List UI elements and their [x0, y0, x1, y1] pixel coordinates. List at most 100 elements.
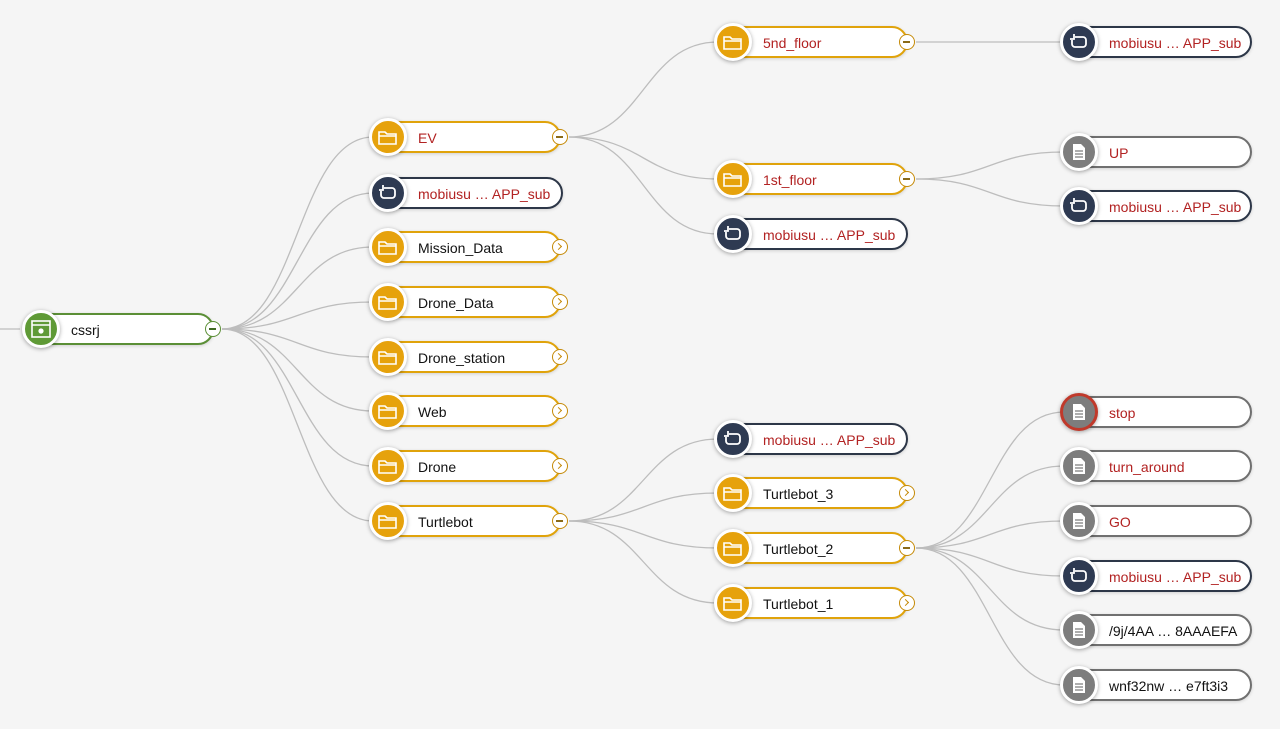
folder-icon	[714, 584, 752, 622]
expand-icon[interactable]	[552, 403, 568, 419]
node-label: turn_around	[1109, 459, 1185, 475]
collapse-icon[interactable]	[205, 321, 221, 337]
expand-icon[interactable]	[552, 458, 568, 474]
document-icon	[1060, 393, 1098, 431]
collapse-icon[interactable]	[899, 540, 915, 556]
node-web[interactable]: Web	[369, 392, 568, 430]
folder-icon	[369, 338, 407, 376]
node-drone-station[interactable]: Drone_station	[369, 338, 568, 376]
node-label: mobiusu … APP_sub	[1109, 569, 1242, 585]
subscription-icon	[714, 420, 752, 458]
tree-link	[221, 328, 374, 522]
subscription-icon	[1060, 23, 1098, 61]
node-1st-floor-1[interactable]: mobiusu … APP_sub	[1060, 187, 1252, 225]
node-label: mobiusu … APP_sub	[1109, 199, 1242, 215]
node-turtlebot2-5[interactable]: wnf32nw … e7ft3i3	[1060, 666, 1252, 704]
tree-link	[221, 246, 374, 330]
tree-link	[568, 520, 719, 549]
node-label: Turtlebot	[418, 514, 473, 530]
node-turtlebot-2[interactable]: Turtlebot_2	[714, 529, 915, 567]
expand-icon[interactable]	[899, 485, 915, 501]
tree-link	[915, 151, 1065, 180]
tree-link	[915, 547, 1065, 686]
node-turtlebot-0[interactable]: mobiusu … APP_sub	[714, 420, 908, 458]
tree-link	[221, 136, 374, 330]
node-ev-2[interactable]: mobiusu … APP_sub	[714, 215, 908, 253]
tree-link	[568, 492, 719, 522]
document-icon	[1060, 666, 1098, 704]
node-1st-floor-0[interactable]: UP	[1060, 133, 1252, 171]
expand-icon[interactable]	[552, 294, 568, 310]
node-label: 1st_floor	[763, 172, 817, 188]
node-label: EV	[418, 130, 437, 146]
node-ev[interactable]: EV	[369, 118, 568, 156]
node-5nd-floor-sub[interactable]: mobiusu … APP_sub	[1060, 23, 1252, 61]
node-label: UP	[1109, 145, 1129, 161]
node-label: mobiusu … APP_sub	[763, 227, 896, 243]
node-drone-data[interactable]: Drone_Data	[369, 283, 568, 321]
node-ev-1[interactable]: 1st_floor	[714, 160, 915, 198]
folder-icon	[714, 160, 752, 198]
node-label: wnf32nw … e7ft3i3	[1109, 678, 1229, 694]
subscription-icon	[714, 215, 752, 253]
tree-link	[221, 301, 374, 330]
node-label: mobiusu … APP_sub	[763, 432, 896, 448]
tree-link	[568, 136, 719, 180]
node-turtlebot2-4[interactable]: /9j/4AA … 8AAAEFA	[1060, 611, 1252, 649]
folder-icon	[369, 228, 407, 266]
node-label: GO	[1109, 514, 1131, 530]
node-label: cssrj	[71, 322, 100, 338]
tree-link	[915, 520, 1065, 549]
tree-link	[568, 136, 719, 235]
subscription-icon	[1060, 557, 1098, 595]
folder-icon	[369, 392, 407, 430]
tree-link	[568, 438, 719, 522]
node-turtlebot2-0[interactable]: stop	[1060, 393, 1252, 431]
subscription-icon	[1060, 187, 1098, 225]
tree-link	[568, 41, 719, 138]
tree-link	[221, 328, 374, 467]
node-turtlebot-3[interactable]: Turtlebot_1	[714, 584, 915, 622]
tree-link	[915, 465, 1065, 549]
folder-icon	[714, 529, 752, 567]
expand-icon[interactable]	[552, 349, 568, 365]
collapse-icon[interactable]	[552, 513, 568, 529]
folder-icon	[369, 118, 407, 156]
expand-icon[interactable]	[552, 239, 568, 255]
node-label: Turtlebot_2	[763, 541, 834, 557]
node-label: 5nd_floor	[763, 35, 822, 51]
node-label: mobiusu … APP_sub	[1109, 35, 1242, 51]
node-turtlebot-1[interactable]: Turtlebot_3	[714, 474, 915, 512]
document-icon	[1060, 133, 1098, 171]
resource-tree-canvas: cssrj EV mobiusu … APP_sub Mission_Data Dron…	[0, 0, 1280, 729]
tree-link	[568, 520, 719, 604]
node-label: mobiusu … APP_sub	[418, 186, 551, 202]
app-window-icon	[22, 310, 60, 348]
folder-icon	[369, 502, 407, 540]
tree-link	[221, 192, 374, 330]
node-cssrj[interactable]: cssrj	[22, 310, 221, 348]
node-label: Drone	[418, 459, 457, 475]
node-label: Turtlebot_1	[763, 596, 834, 612]
node-label: Drone_Data	[418, 295, 494, 311]
node-drone[interactable]: Drone	[369, 447, 568, 485]
node-turtlebot2-3[interactable]: mobiusu … APP_sub	[1060, 557, 1252, 595]
collapse-icon[interactable]	[899, 34, 915, 50]
node-ev-0[interactable]: 5nd_floor	[714, 23, 915, 61]
subscription-icon	[369, 174, 407, 212]
collapse-icon[interactable]	[552, 129, 568, 145]
node-turtlebot2-1[interactable]: turn_around	[1060, 447, 1252, 485]
document-icon	[1060, 611, 1098, 649]
folder-icon	[369, 447, 407, 485]
tree-link	[915, 178, 1065, 207]
expand-icon[interactable]	[899, 595, 915, 611]
document-icon	[1060, 447, 1098, 485]
document-icon	[1060, 502, 1098, 540]
collapse-icon[interactable]	[899, 171, 915, 187]
node-mobiusu-app-sub[interactable]: mobiusu … APP_sub	[369, 174, 563, 212]
node-mission-data[interactable]: Mission_Data	[369, 228, 568, 266]
node-label: Turtlebot_3	[763, 486, 834, 502]
node-label: Drone_station	[418, 350, 506, 366]
node-turtlebot[interactable]: Turtlebot	[369, 502, 568, 540]
node-turtlebot2-2[interactable]: GO	[1060, 502, 1252, 540]
